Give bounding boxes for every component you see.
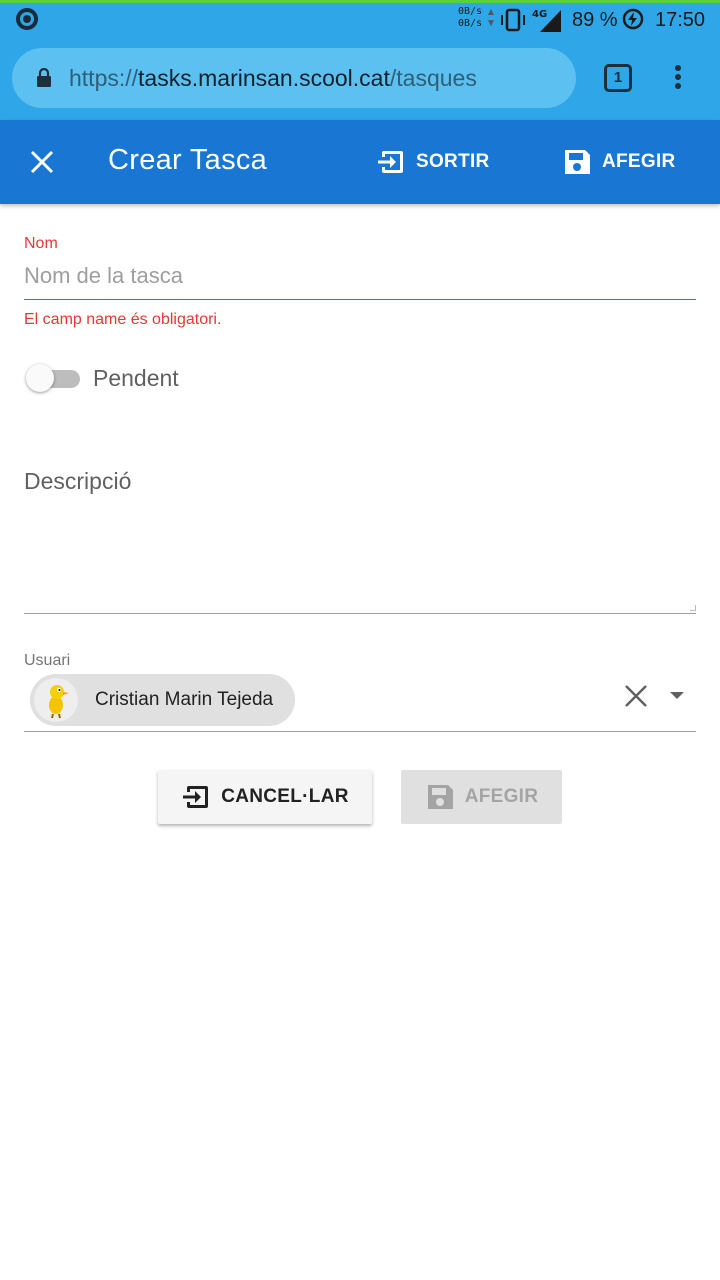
completed-toggle[interactable] <box>26 364 80 392</box>
exit-button[interactable]: SORTIR <box>376 146 490 178</box>
browser-chrome: 0B/s 0B/s ▲ ▼ 4G 89 % 17:50 https://tasks… <box>0 0 720 120</box>
resize-handle-icon[interactable] <box>690 605 696 611</box>
browser-menu-button[interactable] <box>668 62 688 96</box>
user-chip-label: Cristian Marin Tejeda <box>95 689 274 710</box>
exit-icon <box>378 151 403 173</box>
page-title: Crear Tasca <box>108 144 268 176</box>
menu-dot-icon <box>675 65 681 71</box>
url-path: /tasques <box>389 65 477 91</box>
net-up-speed: 0B/s <box>458 6 483 17</box>
close-icon[interactable] <box>28 148 56 176</box>
data-arrows-icon: ▲ ▼ <box>486 7 496 29</box>
clock: 17:50 <box>655 9 706 31</box>
url-scheme: https:// <box>69 65 139 91</box>
net-down-speed: 0B/s <box>458 18 483 29</box>
add-button[interactable]: AFEGIR <box>562 146 676 178</box>
description-textarea[interactable]: Descripció <box>24 464 696 614</box>
network-speed: 0B/s 0B/s <box>458 6 482 30</box>
clear-icon[interactable] <box>624 684 648 708</box>
user-select[interactable]: Cristian Marin Tejeda <box>24 672 696 732</box>
submit-button[interactable]: AFEGIR <box>401 770 562 824</box>
battery-charging-icon <box>622 8 644 30</box>
menu-dot-icon <box>675 83 681 89</box>
dropdown-arrow-icon[interactable] <box>670 692 684 699</box>
battery-level: 89 % <box>572 9 618 31</box>
status-bar: 0B/s 0B/s ▲ ▼ 4G 89 % 17:50 <box>0 3 720 37</box>
exit-button-label: SORTIR <box>416 151 490 172</box>
url-text: https://tasks.marinsan.scool.cat/tasques <box>69 65 477 92</box>
name-input[interactable] <box>24 260 696 300</box>
cancel-button[interactable]: CANCEL·LAR <box>158 770 372 824</box>
url-host: tasks.marinsan.scool.cat <box>138 65 390 91</box>
save-icon <box>565 150 590 174</box>
exit-icon <box>183 786 209 808</box>
submit-button-label: AFEGIR <box>464 786 539 807</box>
save-icon <box>427 785 453 809</box>
user-field-label: Usuari <box>24 652 71 669</box>
network-type-label: 4G <box>532 9 547 20</box>
completed-toggle-label[interactable]: Pendent <box>93 365 179 392</box>
tab-switcher-button[interactable]: 1 <box>604 64 632 92</box>
menu-dot-icon <box>675 74 681 80</box>
app-toolbar: Crear Tasca SORTIR AFEGIR <box>0 120 720 204</box>
name-field-label: Nom <box>24 235 58 252</box>
name-error-message: El camp name és obligatori. <box>24 311 222 328</box>
signal-icon: 4G <box>532 9 561 32</box>
notification-icon <box>16 8 38 30</box>
vibrate-icon <box>501 8 525 32</box>
toggle-thumb <box>26 364 54 392</box>
add-button-label: AFEGIR <box>602 151 676 172</box>
lock-icon <box>37 68 51 87</box>
user-chip[interactable]: Cristian Marin Tejeda <box>30 674 295 726</box>
description-label: Descripció <box>24 468 132 494</box>
avatar <box>34 678 78 722</box>
address-bar[interactable]: https://tasks.marinsan.scool.cat/tasques <box>12 48 576 108</box>
duck-avatar-icon <box>49 685 69 719</box>
cancel-button-label: CANCEL·LAR <box>221 786 349 807</box>
